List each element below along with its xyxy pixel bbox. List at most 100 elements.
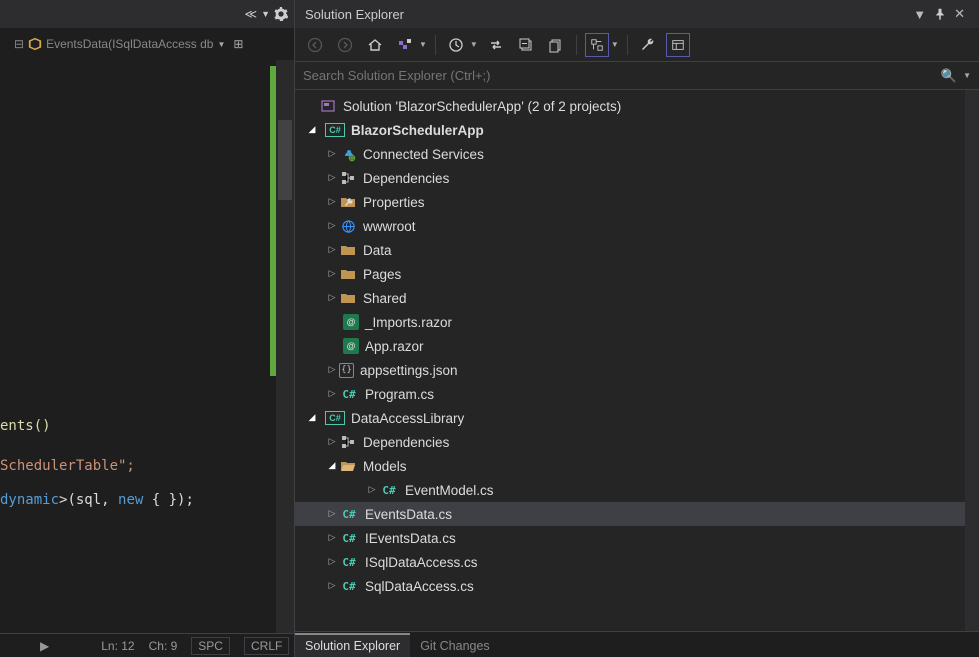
razor-icon: @: [343, 338, 359, 354]
play-icon[interactable]: ▶: [40, 639, 49, 653]
close-icon[interactable]: ✕: [950, 6, 969, 22]
status-indent[interactable]: SPC: [191, 637, 230, 655]
tree-node-wwwroot[interactable]: wwwroot: [295, 214, 979, 238]
tree-node-connected-services[interactable]: Connected Services: [295, 142, 979, 166]
tree-label: Solution 'BlazorSchedulerApp' (2 of 2 pr…: [343, 99, 621, 114]
tab-git-changes[interactable]: Git Changes: [410, 635, 499, 657]
tree-view[interactable]: Solution 'BlazorSchedulerApp' (2 of 2 pr…: [295, 90, 979, 631]
tree-label: Dependencies: [363, 435, 449, 450]
tree-node-file[interactable]: C# EventModel.cs: [295, 478, 979, 502]
home-icon[interactable]: [363, 33, 387, 57]
editor-vertical-scrollbar[interactable]: [276, 60, 294, 633]
status-line-ending[interactable]: CRLF: [244, 637, 289, 655]
tree-node-folder[interactable]: Shared: [295, 286, 979, 310]
expander-icon[interactable]: [325, 388, 339, 399]
editor-body[interactable]: ents() SchedulerTable"; dynamic>(sql, ne…: [0, 60, 294, 633]
tree-label: IEventsData.cs: [365, 531, 456, 546]
chevron-down-icon: ▼: [217, 40, 225, 49]
tree-node-file[interactable]: C# Program.cs: [295, 382, 979, 406]
collapse-icon[interactable]: ≪: [245, 7, 258, 21]
expander-icon[interactable]: [325, 580, 339, 591]
tree-label: BlazorSchedulerApp: [351, 123, 484, 138]
expander-icon[interactable]: [325, 268, 339, 279]
tree-node-file[interactable]: {} appsettings.json: [295, 358, 979, 382]
preview-icon[interactable]: [666, 33, 690, 57]
expander-icon[interactable]: [325, 220, 339, 231]
cs-file-icon: C#: [339, 385, 359, 403]
expander-icon[interactable]: [325, 532, 339, 543]
expander-icon[interactable]: [325, 364, 339, 375]
globe-icon: [339, 217, 357, 235]
status-line: Ln: 12: [101, 639, 134, 653]
tree-node-file[interactable]: C# EventsData.cs: [295, 502, 979, 526]
switch-views-icon[interactable]: [393, 33, 417, 57]
tree-node-file[interactable]: @ App.razor: [295, 334, 979, 358]
tree-scrollbar[interactable]: [965, 90, 979, 631]
tree-node-file[interactable]: C# ISqlDataAccess.cs: [295, 550, 979, 574]
tree-node-file[interactable]: C# SqlDataAccess.cs: [295, 574, 979, 598]
window-position-icon[interactable]: ▼: [909, 7, 930, 22]
expander-icon[interactable]: [305, 124, 319, 135]
split-editor-icon[interactable]: ⊞: [233, 37, 243, 51]
tree-label: _Imports.razor: [365, 315, 452, 330]
expander-icon[interactable]: [325, 292, 339, 303]
expander-icon[interactable]: [325, 244, 339, 255]
pending-changes-filter-icon[interactable]: [444, 33, 468, 57]
collapse-all-icon[interactable]: [514, 33, 538, 57]
chevron-down-icon[interactable]: ▼: [611, 40, 619, 49]
pin-icon[interactable]: [930, 8, 950, 20]
tree-node-file[interactable]: @ _Imports.razor: [295, 310, 979, 334]
tree-node-properties[interactable]: Properties: [295, 190, 979, 214]
razor-icon: @: [343, 314, 359, 330]
tree-label: Pages: [363, 267, 401, 282]
tree-label: wwwroot: [363, 219, 416, 234]
gear-icon[interactable]: [274, 7, 288, 21]
expander-icon[interactable]: [325, 436, 339, 447]
chevron-down-icon[interactable]: ▼: [419, 40, 427, 49]
scrollbar-thumb[interactable]: [278, 120, 292, 200]
chevron-down-icon[interactable]: ▼: [470, 40, 478, 49]
expander-icon[interactable]: [325, 508, 339, 519]
tree-node-dependencies[interactable]: Dependencies: [295, 430, 979, 454]
tree-node-solution[interactable]: Solution 'BlazorSchedulerApp' (2 of 2 pr…: [295, 94, 979, 118]
search-input[interactable]: [303, 68, 941, 83]
tree-node-project[interactable]: C# BlazorSchedulerApp: [295, 118, 979, 142]
panel-title-bar: Solution Explorer ▼ ✕: [295, 0, 979, 28]
nav-dropdown-label: EventsData(ISqlDataAccess db: [46, 37, 213, 51]
chevron-down-icon[interactable]: ▼: [963, 71, 971, 80]
tree-node-folder[interactable]: Models: [295, 454, 979, 478]
editor-tab-bar: ⊟ EventsData(ISqlDataAccess db ▼ ⊞: [0, 28, 294, 60]
expander-icon[interactable]: [325, 196, 339, 207]
show-all-files-icon[interactable]: [544, 33, 568, 57]
code-text: SchedulerTable";: [0, 458, 135, 474]
forward-icon[interactable]: [333, 33, 357, 57]
tree-label: DataAccessLibrary: [351, 411, 464, 426]
editor-pane: ≪ ▼ ⊟ EventsData(ISqlDataAccess db ▼ ⊞ e…: [0, 0, 295, 657]
properties-icon[interactable]: [636, 33, 660, 57]
tree-label: Program.cs: [365, 387, 434, 402]
panel-title: Solution Explorer: [305, 7, 909, 22]
tree-node-file[interactable]: C# IEventsData.cs: [295, 526, 979, 550]
expander-icon[interactable]: [305, 412, 319, 423]
expander-icon[interactable]: [325, 172, 339, 183]
expander-icon[interactable]: [325, 148, 339, 159]
folder-icon: [339, 265, 357, 283]
tree-node-folder[interactable]: Pages: [295, 262, 979, 286]
tab-solution-explorer[interactable]: Solution Explorer: [295, 633, 410, 657]
tree-label: appsettings.json: [360, 363, 458, 378]
expander-icon[interactable]: [325, 460, 339, 471]
code-text: new: [118, 492, 143, 508]
tree-node-project[interactable]: C# DataAccessLibrary: [295, 406, 979, 430]
expander-icon[interactable]: [365, 484, 379, 495]
nav-dropdown[interactable]: ⊟ EventsData(ISqlDataAccess db ▼ ⊞: [8, 29, 249, 59]
back-icon[interactable]: [303, 33, 327, 57]
dropdown-caret-icon[interactable]: ▼: [261, 9, 270, 19]
sync-icon[interactable]: [484, 33, 508, 57]
expander-icon[interactable]: [325, 556, 339, 567]
search-icon[interactable]: 🔍: [941, 68, 957, 84]
tree-label: Shared: [363, 291, 407, 306]
dependencies-icon: [339, 169, 357, 187]
preview-selected-items-icon[interactable]: [585, 33, 609, 57]
tree-node-dependencies[interactable]: Dependencies: [295, 166, 979, 190]
tree-node-folder[interactable]: Data: [295, 238, 979, 262]
